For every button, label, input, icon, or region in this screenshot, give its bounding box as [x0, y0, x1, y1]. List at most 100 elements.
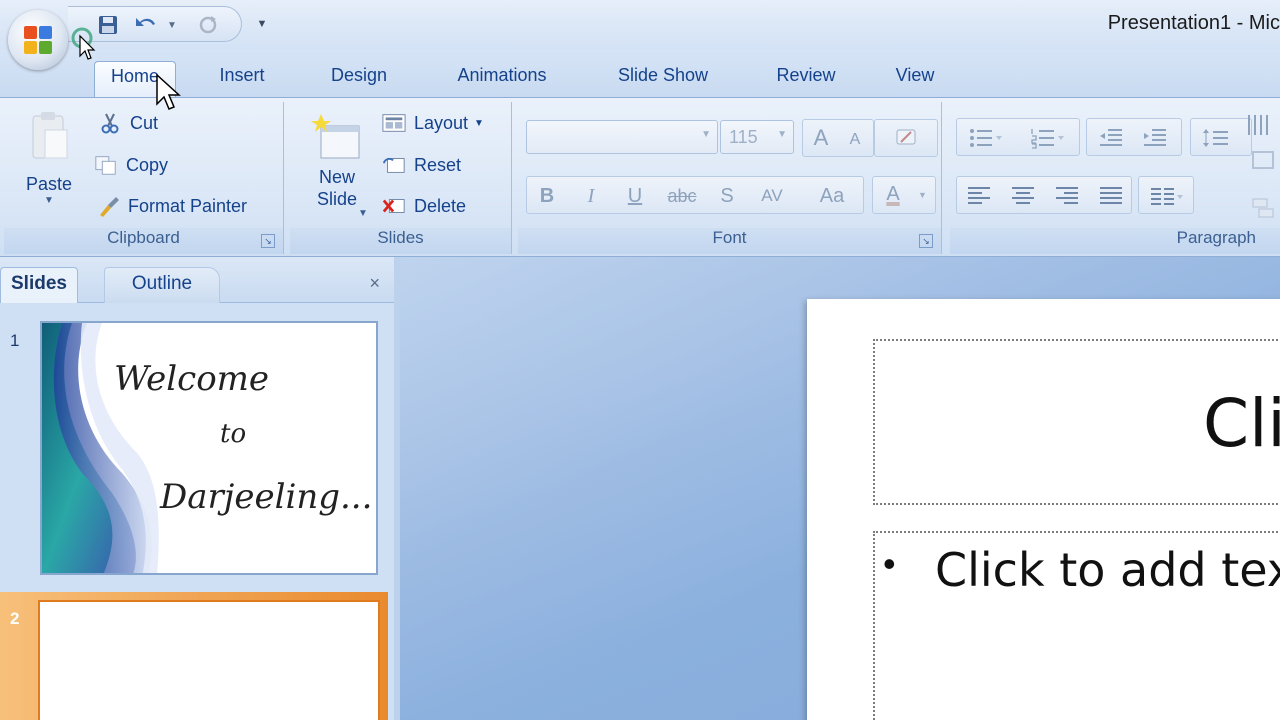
font-name-combo[interactable]: ▼ [526, 120, 718, 154]
delete-icon [382, 195, 406, 217]
font-group-label: Font [518, 228, 941, 254]
mouse-pointer-icon [156, 74, 181, 110]
scissors-icon [98, 112, 122, 134]
tab-design[interactable]: Design [316, 61, 402, 98]
new-slide-label-line1: New [318, 167, 355, 187]
reset-button[interactable]: Reset [382, 154, 461, 176]
slide-thumbnail-2[interactable] [38, 600, 380, 720]
font-color-button[interactable]: A [876, 178, 910, 210]
layout-icon [382, 112, 406, 134]
strikethrough-button[interactable]: abc [660, 180, 704, 212]
align-text-icon[interactable] [1246, 144, 1280, 176]
tab-slides[interactable]: Slides [0, 267, 78, 303]
paintbrush-icon [96, 195, 120, 217]
line-spacing-icon[interactable] [1194, 122, 1244, 154]
redo-icon[interactable] [194, 13, 222, 37]
clipboard-group-label: Clipboard [4, 228, 283, 254]
slides-panel: Slides Outline × 1 Welcome to Darjeeling… [0, 257, 400, 720]
align-left-icon[interactable] [962, 180, 996, 212]
thumbnail-text-darjeeling: Darjeeling... [160, 477, 373, 517]
increase-indent-icon[interactable] [1138, 122, 1172, 154]
slides-group: New Slide ▼ Layout ▼ Reset Delete Slides [290, 102, 512, 254]
paste-label: Paste [25, 174, 73, 194]
copy-icon [94, 154, 118, 176]
slide-thumbnail-1[interactable]: Welcome to Darjeeling... [40, 321, 378, 575]
new-slide-icon [311, 114, 360, 159]
smartart-icon[interactable] [1246, 192, 1280, 224]
font-dialog-launcher-icon[interactable]: ↘ [919, 234, 933, 248]
tab-view[interactable]: View [882, 61, 948, 98]
paragraph-group: Paragraph [950, 102, 1280, 254]
align-center-icon[interactable] [1006, 180, 1040, 212]
current-slide[interactable]: Cli • Click to add tex [807, 299, 1280, 720]
delete-label: Delete [414, 195, 467, 216]
change-case-button[interactable]: Aa [812, 180, 852, 212]
undo-icon[interactable] [132, 13, 160, 37]
layout-dropdown-icon: ▼ [474, 117, 484, 129]
clipboard-group: Paste ▼ Cut Copy Format Painter Clipboar… [4, 102, 284, 254]
tab-review[interactable]: Review [762, 61, 850, 98]
reset-label: Reset [414, 154, 462, 175]
text-shadow-button[interactable]: S [710, 180, 744, 212]
justify-icon[interactable] [1094, 180, 1128, 212]
clear-formatting-icon[interactable] [890, 122, 924, 154]
copy-button[interactable]: Copy [94, 154, 168, 176]
office-logo-icon [24, 26, 37, 39]
slide-editing-area[interactable]: Cli • Click to add tex [400, 257, 1280, 720]
customize-toolbar-dropdown-icon[interactable]: ▼ [254, 12, 270, 36]
slide-number-1: 1 [10, 331, 20, 350]
grow-font-button[interactable]: A [804, 122, 838, 154]
tab-animations[interactable]: Animations [438, 61, 566, 98]
paragraph-group-label: Paragraph [950, 228, 1280, 254]
bullets-icon[interactable] [960, 122, 1010, 154]
font-size-dropdown-icon: ▼ [777, 129, 787, 140]
slide-number-2: 2 [10, 609, 20, 628]
bullet-icon: • [883, 543, 896, 584]
numbering-icon[interactable] [1022, 122, 1072, 154]
delete-button[interactable]: Delete [382, 195, 466, 217]
busy-cursor-icon [71, 27, 96, 60]
underline-button[interactable]: U [618, 180, 652, 212]
font-size-combo[interactable]: 115 ▼ [720, 120, 794, 154]
title-placeholder[interactable]: Cli [873, 339, 1280, 505]
close-panel-icon[interactable]: × [369, 273, 380, 294]
reset-icon [382, 154, 406, 176]
tab-insert[interactable]: Insert [204, 61, 280, 98]
cut-button[interactable]: Cut [98, 112, 158, 134]
new-slide-label-line2: Slide [316, 189, 358, 209]
italic-button[interactable]: I [574, 180, 608, 212]
new-slide-dropdown-icon[interactable]: ▼ [358, 208, 368, 219]
title-bar: ▼ ▼ Presentation1 - Mic [0, 0, 1280, 50]
copy-label: Copy [126, 154, 169, 175]
tab-outline[interactable]: Outline [104, 267, 220, 303]
thumbnail-text-to: to [220, 419, 247, 449]
shrink-font-button[interactable]: A [838, 124, 872, 156]
paste-dropdown-icon: ▼ [44, 195, 54, 206]
title-placeholder-text: Cli [1203, 385, 1280, 462]
paste-button[interactable]: Paste ▼ [18, 108, 80, 224]
columns-icon[interactable] [1144, 180, 1188, 212]
paste-icon [32, 112, 68, 159]
text-direction-icon[interactable] [1242, 108, 1276, 140]
bold-button[interactable]: B [530, 180, 564, 212]
format-painter-button[interactable]: Format Painter [96, 195, 247, 217]
character-spacing-button[interactable]: AV [752, 180, 792, 212]
dialog-launcher-icon[interactable]: ↘ [261, 234, 275, 248]
content-placeholder[interactable]: • Click to add tex [873, 531, 1280, 720]
layout-button[interactable]: Layout ▼ [382, 112, 484, 134]
window-title: Presentation1 - Mic [1107, 12, 1280, 34]
content-placeholder-text: Click to add tex [935, 543, 1280, 597]
tab-slide-show[interactable]: Slide Show [600, 61, 726, 98]
decrease-indent-icon[interactable] [1094, 122, 1128, 154]
undo-dropdown-icon[interactable]: ▼ [164, 13, 180, 37]
ribbon: Paste ▼ Cut Copy Format Painter Clipboar… [0, 97, 1280, 257]
office-button[interactable] [8, 10, 68, 70]
slides-group-label: Slides [290, 228, 511, 254]
save-icon[interactable] [94, 13, 122, 37]
layout-label: Layout [414, 112, 469, 133]
cut-label: Cut [130, 112, 159, 133]
align-right-icon[interactable] [1050, 180, 1084, 212]
font-size-value: 115 [729, 127, 758, 147]
font-color-dropdown-icon[interactable]: ▼ [918, 190, 927, 200]
ribbon-tab-bar: Home Insert Design Animations Slide Show… [0, 50, 1280, 98]
